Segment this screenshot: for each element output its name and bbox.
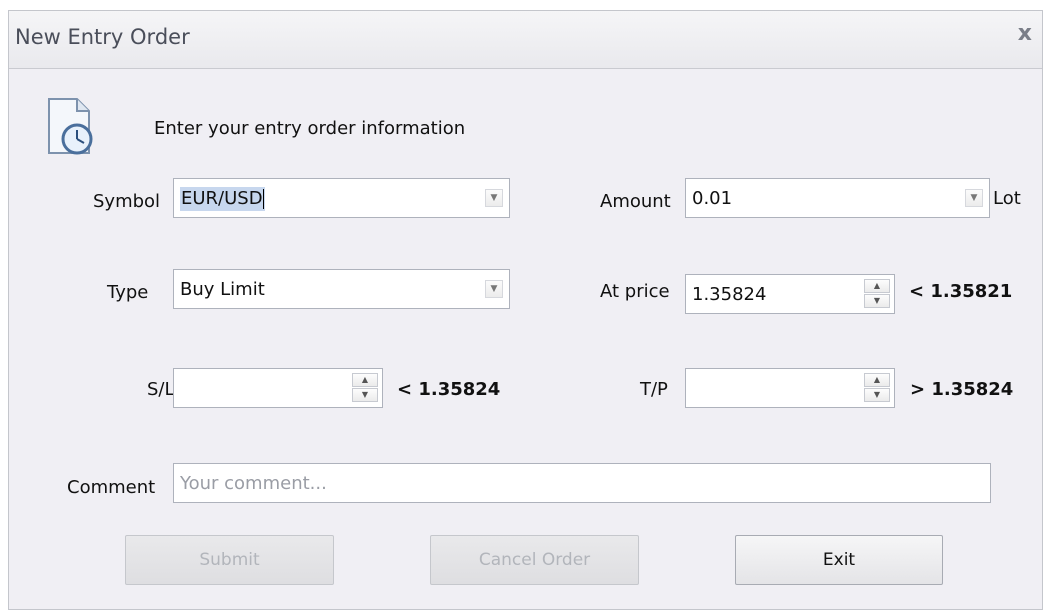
- submit-button[interactable]: Submit: [125, 535, 334, 585]
- exit-button[interactable]: Exit: [735, 535, 943, 585]
- symbol-value: EUR/USD: [180, 187, 265, 211]
- amount-label: Amount: [600, 191, 671, 212]
- chevron-down-icon[interactable]: ▼: [485, 280, 503, 298]
- amount-value: 0.01: [692, 188, 733, 209]
- at-price-label: At price: [600, 281, 670, 302]
- spin-up-icon[interactable]: ▲: [864, 373, 890, 387]
- order-type-value: Buy Limit: [180, 279, 265, 300]
- at-price-bound: < 1.35821: [909, 281, 1013, 302]
- sl-bound: < 1.35824: [397, 379, 501, 400]
- at-price-spin-buttons[interactable]: ▲ ▼: [864, 279, 890, 309]
- close-icon[interactable]: x: [1018, 21, 1032, 46]
- window-title: New Entry Order: [15, 25, 190, 49]
- sl-label: S/L: [147, 379, 175, 400]
- tp-bound: > 1.35824: [910, 379, 1014, 400]
- amount-combobox[interactable]: 0.01 ▼: [685, 178, 990, 218]
- symbol-label: Symbol: [93, 191, 161, 212]
- comment-input[interactable]: Your comment...: [173, 463, 991, 503]
- sl-spinner[interactable]: ▲ ▼: [173, 368, 383, 408]
- chevron-down-icon[interactable]: ▼: [485, 189, 503, 207]
- type-label: Type: [107, 282, 149, 303]
- spin-down-icon[interactable]: ▼: [864, 294, 890, 308]
- document-clock-icon: [48, 98, 93, 155]
- comment-label: Comment: [67, 477, 156, 498]
- tp-label: T/P: [640, 379, 668, 400]
- header-instruction: Enter your entry order information: [154, 118, 466, 139]
- spin-up-icon[interactable]: ▲: [352, 373, 378, 387]
- comment-placeholder: Your comment...: [180, 473, 327, 494]
- at-price-spinner[interactable]: 1.35824 ▲ ▼: [685, 274, 895, 314]
- sl-spin-buttons[interactable]: ▲ ▼: [352, 373, 378, 403]
- symbol-combobox[interactable]: EUR/USD ▼: [173, 178, 510, 218]
- tp-spin-buttons[interactable]: ▲ ▼: [864, 373, 890, 403]
- chevron-down-icon[interactable]: ▼: [965, 189, 983, 207]
- tp-spinner[interactable]: ▲ ▼: [685, 368, 895, 408]
- spin-down-icon[interactable]: ▼: [352, 388, 378, 402]
- title-bar[interactable]: New Entry Order x: [9, 11, 1042, 69]
- amount-unit: Lot: [993, 188, 1021, 209]
- at-price-value: 1.35824: [692, 284, 767, 305]
- cancel-order-button[interactable]: Cancel Order: [430, 535, 639, 585]
- new-entry-order-dialog: New Entry Order x Enter your entry order…: [8, 10, 1043, 610]
- spin-up-icon[interactable]: ▲: [864, 279, 890, 293]
- spin-down-icon[interactable]: ▼: [864, 388, 890, 402]
- order-type-combobox[interactable]: Buy Limit ▼: [173, 269, 510, 309]
